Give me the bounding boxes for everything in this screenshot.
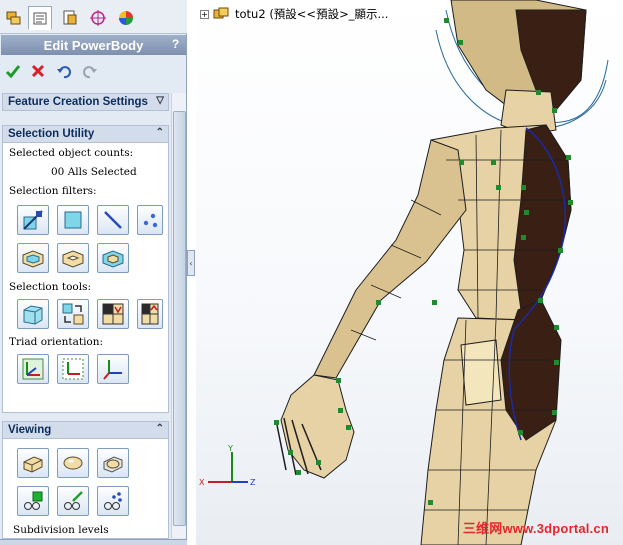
viewing-title: Viewing <box>8 424 52 436</box>
triad-local-icon <box>62 358 84 380</box>
viewing-body: Subdivision levels <box>2 439 169 539</box>
vertex-filter-button[interactable] <box>17 205 49 235</box>
dimxpert-tab[interactable] <box>86 6 110 30</box>
feature-creation-settings-header[interactable]: Feature Creation Settings ▽ <box>2 93 169 111</box>
both-view-button[interactable] <box>97 448 129 478</box>
feature-creation-settings-title: Feature Creation Settings <box>8 96 148 108</box>
powerbody-model[interactable] <box>196 0 623 545</box>
show-vertices-icon <box>24 491 43 510</box>
select-box-icon <box>23 305 43 325</box>
select-swap-icon <box>62 303 84 325</box>
viewing-header[interactable]: Viewing ⌃ <box>2 421 169 439</box>
panel-scroll-thumb[interactable] <box>173 111 186 526</box>
selection-tools-label: Selection tools: <box>9 281 92 293</box>
triad-local-button[interactable] <box>57 354 89 384</box>
display-manager-icon <box>119 11 133 25</box>
point-filter-icon <box>143 213 158 228</box>
show-vertices-button[interactable] <box>17 486 49 516</box>
triad-x-label: X <box>199 478 205 487</box>
triad-orientation-label: Triad orientation: <box>9 336 104 348</box>
action-buttons-row <box>0 58 187 84</box>
vertex-filter-icon <box>23 210 43 230</box>
triad-world-icon <box>22 358 44 380</box>
help-button[interactable]: ? <box>168 37 183 52</box>
manager-tab-bar <box>0 0 187 34</box>
feature-manager-icon <box>6 11 21 25</box>
face-filter-icon <box>64 211 82 229</box>
redo-button[interactable] <box>79 60 101 82</box>
selected-counts-label: Selected object counts: <box>9 147 134 159</box>
display-manager-tab[interactable] <box>114 6 138 30</box>
panel-bottom-tabs <box>0 539 187 545</box>
watermark: 三维网www.3dportal.cn <box>462 521 609 536</box>
panel-splitter-handle[interactable]: ‹ <box>187 250 195 276</box>
configuration-manager-icon <box>63 10 77 25</box>
show-points-icon <box>104 492 122 510</box>
subdivision-levels-label: Subdivision levels <box>13 524 109 536</box>
select-grow-region-button[interactable] <box>137 299 163 329</box>
box-view-icon <box>23 456 43 473</box>
feature-manager-tab[interactable] <box>2 6 26 30</box>
expand-icon: ▽ <box>156 95 164 106</box>
chevron-left-icon: ‹ <box>189 258 193 268</box>
select-ring-button[interactable] <box>57 243 89 273</box>
point-filter-button[interactable] <box>137 205 163 235</box>
both-view-icon <box>103 456 123 473</box>
select-invert-button[interactable] <box>97 299 129 329</box>
edge-filter-icon <box>104 211 122 229</box>
selection-utility-header[interactable]: Selection Utility ⌃ <box>2 125 169 143</box>
collapse-icon: ⌃ <box>155 127 164 138</box>
box-view-button[interactable] <box>17 448 49 478</box>
property-manager-tab[interactable] <box>28 6 52 30</box>
triad-world-button[interactable] <box>17 354 49 384</box>
selection-filters-label: Selection filters: <box>9 185 97 197</box>
triad-view-button[interactable] <box>97 354 129 384</box>
undo-button[interactable] <box>53 60 75 82</box>
select-loop-button[interactable] <box>17 243 49 273</box>
edge-filter-button[interactable] <box>97 205 129 235</box>
graphics-viewport[interactable]: + totu2 (預設<<預設>_顯示... Y X Z 三维网www.3dpo… <box>196 0 623 545</box>
select-swap-button[interactable] <box>57 299 89 329</box>
redo-icon <box>83 66 97 79</box>
property-manager-title: Edit PowerBody <box>43 37 144 53</box>
triad-z-label: Z <box>250 478 256 487</box>
select-grow-button[interactable] <box>97 243 129 273</box>
property-manager-icon <box>33 12 47 25</box>
face-filter-button[interactable] <box>57 205 89 235</box>
cancel-button[interactable] <box>27 60 49 82</box>
smooth-view-button[interactable] <box>57 448 89 478</box>
collapse-icon: ⌃ <box>155 423 164 434</box>
smooth-view-icon <box>63 456 83 470</box>
dimxpert-icon <box>90 10 106 26</box>
cancel-icon <box>31 64 45 78</box>
selection-utility-body: Selected object counts: 00 Alls Selected… <box>2 143 169 413</box>
property-manager-title-bar: Edit PowerBody ? <box>1 35 186 55</box>
show-edges-icon <box>64 491 83 510</box>
select-grow-icon <box>102 250 124 268</box>
triad-view-icon <box>103 360 122 380</box>
select-grow-region-icon <box>141 303 159 325</box>
select-loop-icon <box>22 250 44 268</box>
configuration-manager-tab[interactable] <box>58 6 82 30</box>
select-ring-icon <box>62 250 84 268</box>
select-invert-icon <box>102 303 124 325</box>
undo-icon <box>57 66 71 79</box>
ok-icon <box>5 65 21 79</box>
panel-scrollbar[interactable] <box>171 93 186 538</box>
show-edges-button[interactable] <box>57 486 89 516</box>
selected-counts-value: 00 Alls Selected <box>51 166 137 178</box>
show-points-button[interactable] <box>97 486 129 516</box>
arm-mesh <box>313 139 467 379</box>
triad-y-label: Y <box>227 444 233 453</box>
property-manager-panel: Edit PowerBody ? Feature Creation Settin… <box>0 0 187 545</box>
selection-utility-title: Selection Utility <box>8 128 95 140</box>
select-box-button[interactable] <box>17 299 49 329</box>
ok-button[interactable] <box>2 60 24 82</box>
view-triad: Y X Z <box>199 444 256 487</box>
